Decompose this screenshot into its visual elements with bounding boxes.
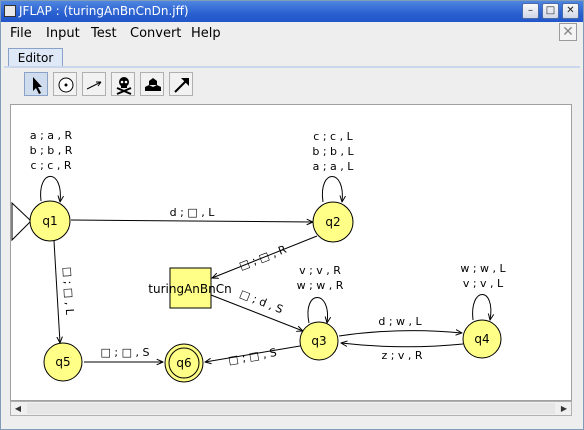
editor-toolbar: [4, 68, 580, 102]
label-q3-loop-1: v ; v , R: [299, 264, 341, 277]
edge-q1-q5: [53, 240, 60, 343]
initial-state-arrow: [11, 201, 32, 242]
state-label-q6: q6: [176, 356, 191, 370]
maximize-button[interactable]: □: [542, 3, 559, 19]
jflap-app-icon: [4, 5, 16, 17]
menu-file[interactable]: File: [10, 26, 32, 41]
pointer-icon: [33, 77, 42, 94]
state-label-q1: q1: [42, 214, 57, 228]
label-q2-block: □ ; □ , R: [237, 243, 288, 273]
minimize-button[interactable]: –: [522, 3, 539, 19]
state-label-q2: q2: [325, 215, 340, 229]
label-q4-loop-2: v ; v , L: [463, 277, 504, 290]
jflap-window: JFLAP : (turingAnBnCnDn.jff) – □ ✕ File …: [0, 0, 584, 430]
label-q1-q5: □ ; □ , L: [61, 266, 77, 316]
automaton-canvas[interactable]: q1 q2 q3 q4 q5 q6 turingAnBnCn a ; a , R…: [10, 104, 572, 401]
menu-input[interactable]: Input: [46, 26, 80, 41]
undo-tool-button[interactable]: [140, 72, 164, 96]
edge-q3-q4: [338, 331, 462, 337]
delete-tool-button[interactable]: [111, 72, 135, 96]
state-tool-icon: [58, 77, 74, 93]
menu-test[interactable]: Test: [91, 26, 117, 41]
label-q4-q3: z ; v , R: [381, 349, 422, 362]
label-q1-q2: d ; □ , L: [170, 206, 216, 219]
label-q1-loop-1: a ; a , R: [30, 129, 73, 142]
label-q2-loop-3: a ; a , L: [313, 160, 355, 173]
label-q3-q6: □ ; □ , S: [227, 346, 277, 367]
menu-help[interactable]: Help: [191, 26, 221, 41]
transition-tool-button[interactable]: [82, 72, 106, 96]
loop-q2: [321, 176, 342, 203]
scroll-thumb[interactable]: [27, 403, 555, 414]
loop-q4: [472, 294, 491, 321]
pointer-tool-button[interactable]: [24, 72, 48, 96]
scroll-right-icon[interactable]: ▶: [557, 402, 571, 415]
tab-editor[interactable]: Editor: [8, 48, 63, 67]
diagonal-arrow-icon: [174, 78, 189, 93]
label-block-q3: □ ; d , S: [238, 287, 285, 316]
window-title: JFLAP : (turingAnBnCnDn.jff): [19, 4, 189, 18]
label-q2-loop-2: b ; b , L: [312, 145, 354, 158]
menu-bar: File Input Test Convert Help: [1, 22, 583, 44]
loop-q3: [307, 297, 328, 324]
edge-q1-q2: [70, 220, 313, 222]
label-q1-loop-2: b ; b , R: [30, 144, 73, 157]
label-q3-loop-2: w ; w , R: [297, 279, 344, 292]
label-q5-q6: □ ; □ , S: [101, 346, 150, 359]
label-q3-q4: d ; w , L: [378, 315, 422, 328]
horizontal-scrollbar[interactable]: ◀ ▶: [10, 401, 572, 416]
transition-tool-icon: [86, 81, 102, 90]
blocks-icon: [145, 78, 161, 91]
label-q1-loop-3: c ; c , R: [31, 159, 72, 172]
skull-delete-icon: [116, 77, 132, 95]
state-tool-button[interactable]: [53, 72, 77, 96]
automaton-diagram[interactable]: q1 q2 q3 q4 q5 q6 turingAnBnCn a ; a , R…: [11, 105, 572, 401]
edge-q4-q3: [341, 343, 464, 348]
state-label-q3: q3: [311, 334, 326, 348]
redo-tool-button[interactable]: [169, 72, 193, 96]
block-label: turingAnBnCn: [148, 282, 231, 296]
label-q4-loop-1: w ; w , L: [460, 262, 506, 275]
state-label-q4: q4: [474, 332, 489, 346]
state-label-q5: q5: [55, 355, 70, 369]
close-window-button[interactable]: ✕: [562, 3, 579, 19]
loop-q1: [40, 175, 61, 202]
title-bar[interactable]: JFLAP : (turingAnBnCnDn.jff) – □ ✕: [1, 1, 583, 22]
close-tab-button[interactable]: ✕: [559, 23, 577, 41]
menu-convert[interactable]: Convert: [130, 26, 181, 41]
scroll-left-icon[interactable]: ◀: [11, 402, 25, 415]
label-q2-loop-1: c ; c , L: [313, 130, 353, 143]
